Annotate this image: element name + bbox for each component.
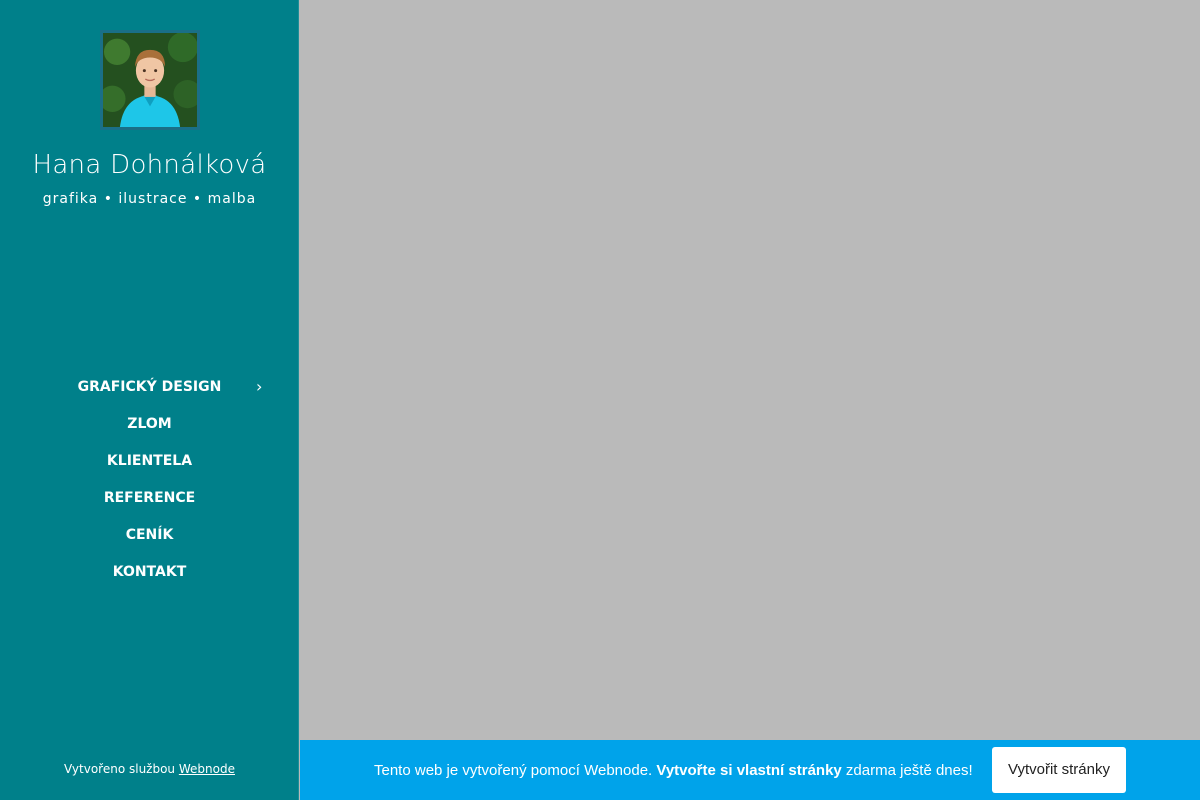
portrait-image <box>103 33 197 127</box>
sidebar: Hana Dohnálková grafika • ilustrace • ma… <box>0 0 299 800</box>
site-slogan: grafika • ilustrace • malba <box>42 191 257 207</box>
nav-item-label: CENÍK <box>125 527 174 543</box>
footer-credit: Vytvořeno službou Webnode <box>0 762 299 776</box>
profile-photo[interactable] <box>100 30 200 130</box>
banner-text-start: Tento web je vytvořený pomocí Webnode. <box>374 762 657 779</box>
nav-item-label: KLIENTELA <box>106 453 193 469</box>
nav-item-label: KONTAKT <box>112 564 187 580</box>
webnode-link[interactable]: Webnode <box>179 762 235 776</box>
nav-item-zlom[interactable]: ZLOM <box>0 411 299 448</box>
banner-text: Tento web je vytvořený pomocí Webnode. V… <box>374 762 973 779</box>
credit-text: Vytvořeno službou <box>64 762 179 776</box>
main-navigation: GRAFICKÝ DESIGN › ZLOM KLIENTELA REFEREN… <box>0 374 299 596</box>
chevron-right-icon[interactable]: › <box>256 374 262 400</box>
nav-item-kontakt[interactable]: KONTAKT <box>0 559 299 596</box>
main-content-area <box>300 0 1200 740</box>
webnode-promo-banner: Tento web je vytvořený pomocí Webnode. V… <box>300 740 1200 800</box>
nav-item-cenik[interactable]: CENÍK <box>0 522 299 559</box>
banner-text-end: zdarma ještě dnes! <box>841 762 973 779</box>
banner-text-bold: Vytvořte si vlastní stránky <box>656 762 842 779</box>
nav-item-reference[interactable]: REFERENCE <box>0 485 299 522</box>
nav-item-label: GRAFICKÝ DESIGN <box>77 379 222 395</box>
site-title[interactable]: Hana Dohnálková <box>0 150 299 180</box>
nav-item-graficky-design[interactable]: GRAFICKÝ DESIGN › <box>0 374 299 411</box>
nav-item-klientela[interactable]: KLIENTELA <box>0 448 299 485</box>
nav-item-label: REFERENCE <box>103 490 196 506</box>
nav-item-label: ZLOM <box>127 416 172 432</box>
create-site-button[interactable]: Vytvořit stránky <box>992 747 1126 793</box>
